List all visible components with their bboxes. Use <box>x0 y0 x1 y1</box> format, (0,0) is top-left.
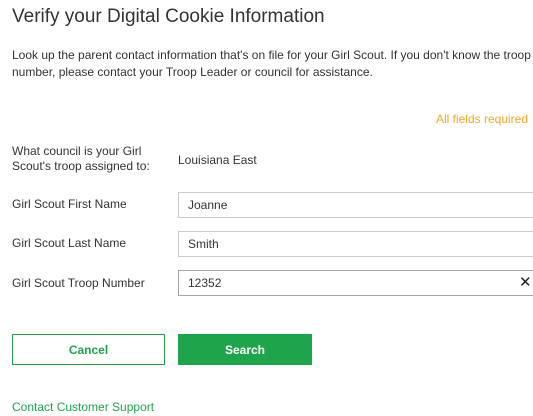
council-label: What council is your Girl Scout's troop … <box>12 144 150 173</box>
contact-support-link[interactable]: Contact Customer Support <box>12 400 154 414</box>
troop-number-field[interactable] <box>178 270 533 296</box>
cancel-button[interactable]: Cancel <box>12 334 165 365</box>
council-value: Louisiana East <box>178 153 257 167</box>
first-name-field[interactable] <box>178 192 533 218</box>
search-button[interactable]: Search <box>178 334 312 365</box>
first-name-label: Girl Scout First Name <box>12 197 127 211</box>
intro-text: Look up the parent contact information t… <box>12 48 531 79</box>
last-name-label: Girl Scout Last Name <box>12 236 127 250</box>
required-fields-note: All fields required <box>435 112 528 126</box>
page-title: Verify your Digital Cookie Information <box>12 6 325 27</box>
clear-icon[interactable]: ✕ <box>519 275 532 290</box>
troop-number-label: Girl Scout Troop Number <box>12 276 145 290</box>
last-name-field[interactable] <box>178 231 533 257</box>
